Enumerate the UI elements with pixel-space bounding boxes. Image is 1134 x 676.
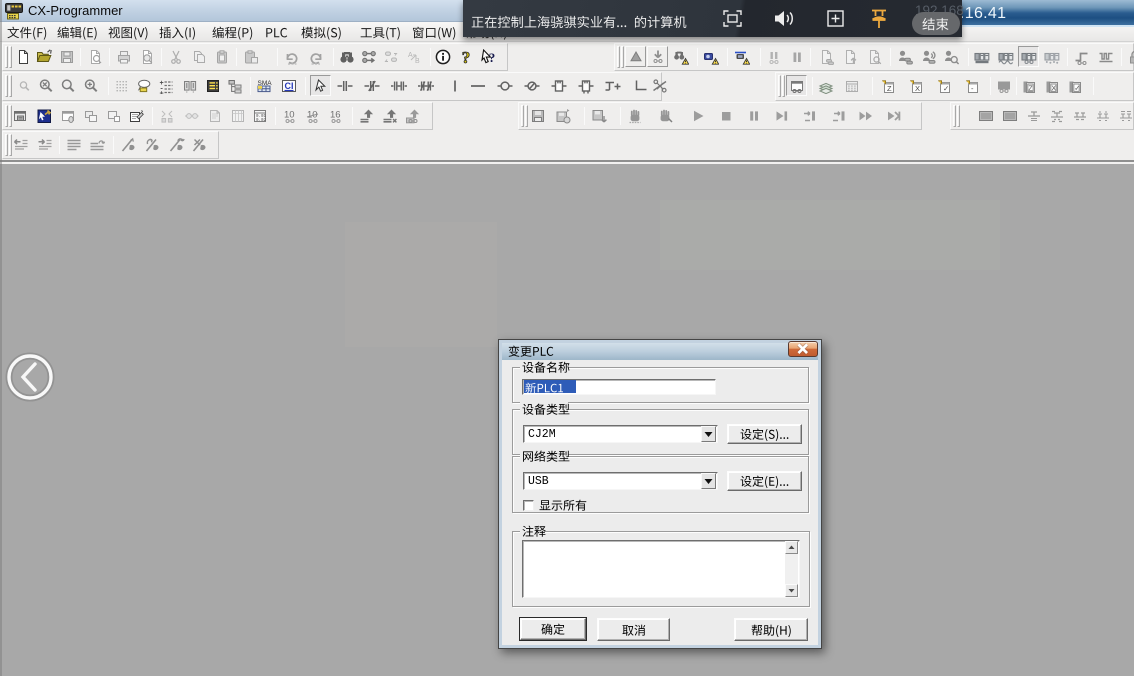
svg-text:+: + [160,91,164,95]
svg-text:16: 16 [330,110,341,121]
svg-text:✓: ✓ [943,84,949,93]
svg-text:A: A [408,52,413,59]
svg-text:B: B [415,58,420,65]
svg-text:0.02: 0.02 [256,119,267,123]
svg-text:Z: Z [887,84,892,93]
svg-text:X: X [915,84,920,93]
svg-text:10: 10 [284,110,295,121]
svg-text:?: ? [462,49,471,65]
svg-text:CI: CI [285,81,294,91]
svg-text:?: ? [489,50,496,65]
